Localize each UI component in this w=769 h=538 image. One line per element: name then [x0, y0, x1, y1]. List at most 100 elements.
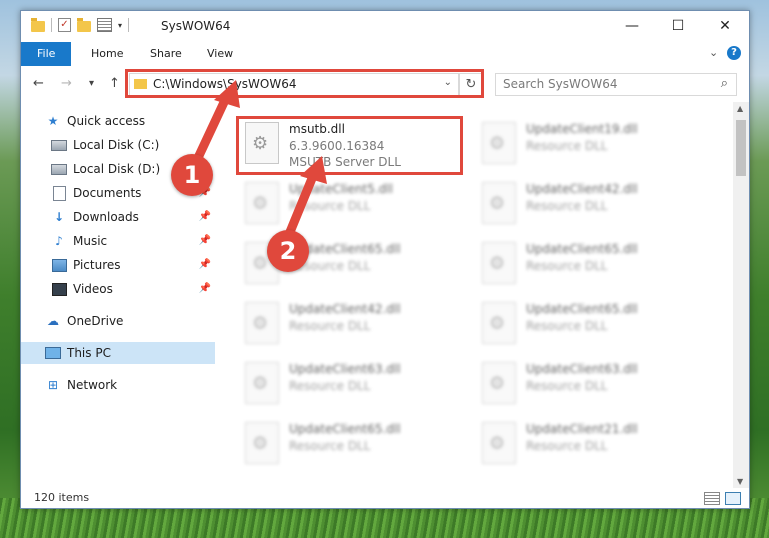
tab-file[interactable]: File	[21, 42, 72, 66]
search-placeholder: Search SysWOW64	[503, 77, 618, 91]
file-item[interactable]: UpdateClient5.dll Resource DLL	[241, 178, 466, 234]
window-title: SysWOW64	[161, 19, 231, 33]
sidebar-item-this-pc[interactable]: This PC	[21, 342, 215, 364]
forward-arrow-icon[interactable]: →	[61, 76, 72, 91]
file-name: UpdateClient5.dll	[289, 182, 393, 196]
sidebar-item-label: Local Disk (D:)	[73, 162, 161, 176]
toolbar-divider	[51, 18, 52, 32]
sidebar-item-label: Documents	[73, 186, 142, 200]
file-highlight-box	[236, 116, 463, 175]
quick-access-toolbar: ✓ ▾	[31, 17, 130, 32]
tab-home[interactable]: Home	[77, 42, 137, 66]
tiles-view-icon[interactable]	[725, 492, 741, 505]
music-icon: ♪	[55, 234, 63, 248]
dll-file-icon	[245, 362, 279, 404]
navigation-bar: ← → ▾ ↑ C:\Windows\SysWOW64 ⌄ ↻ Search S…	[21, 66, 749, 102]
view-properties-icon[interactable]	[97, 18, 112, 32]
file-item[interactable]: UpdateClient63.dll Resource DLL	[241, 358, 466, 414]
sidebar-item-label: This PC	[67, 346, 111, 360]
chevron-down-icon[interactable]: ⌄	[709, 46, 718, 59]
file-description: Resource DLL	[289, 439, 371, 453]
sidebar-item-downloads[interactable]: ↓ Downloads 📌	[51, 206, 215, 228]
folder-icon	[31, 17, 45, 32]
file-item[interactable]: UpdateClient65.dll Resource DLL	[241, 418, 466, 474]
sidebar-item-label: Music	[73, 234, 108, 248]
item-count: 120 items	[34, 491, 90, 504]
drive-icon	[51, 163, 67, 175]
videos-icon	[51, 282, 67, 296]
dll-file-icon	[482, 422, 516, 464]
step-2-badge: 2	[267, 230, 309, 272]
file-description: Resource DLL	[526, 199, 608, 213]
scroll-down-icon[interactable]: ▼	[737, 477, 743, 486]
file-description: Resource DLL	[289, 199, 371, 213]
file-description: Resource DLL	[526, 139, 608, 153]
dll-file-icon	[245, 182, 279, 224]
file-item[interactable]: UpdateClient65.dll Resource DLL	[478, 238, 703, 294]
dll-file-icon	[245, 302, 279, 344]
file-name: UpdateClient63.dll	[526, 362, 638, 376]
help-icon[interactable]: ?	[727, 46, 741, 60]
tab-view[interactable]: View	[193, 42, 247, 66]
file-item[interactable]: UpdateClient42.dll Resource DLL	[241, 298, 466, 354]
back-arrow-icon[interactable]: ←	[33, 76, 44, 91]
sidebar-item-videos[interactable]: Videos 📌	[51, 278, 215, 300]
sidebar-item-onedrive[interactable]: ☁ OneDrive	[45, 310, 239, 332]
scrollbar-thumb[interactable]	[736, 120, 746, 176]
documents-icon	[52, 185, 66, 201]
file-description: Resource DLL	[289, 379, 371, 393]
file-item[interactable]: UpdateClient65.dll Resource DLL	[478, 298, 703, 354]
file-description: Resource DLL	[526, 439, 608, 453]
file-name: UpdateClient19.dll	[526, 122, 638, 136]
new-folder-icon[interactable]	[77, 17, 91, 32]
sidebar-item-pictures[interactable]: Pictures 📌	[51, 254, 215, 276]
sidebar-item-quick-access[interactable]: ★ Quick access	[45, 110, 239, 132]
tab-share[interactable]: Share	[136, 42, 196, 66]
drive-icon	[51, 139, 67, 151]
file-item[interactable]: UpdateClient42.dll Resource DLL	[478, 178, 703, 234]
pin-icon[interactable]: 📌	[199, 235, 211, 246]
maximize-button[interactable]: ☐	[655, 11, 701, 42]
details-view-icon[interactable]	[704, 492, 720, 505]
recent-locations-icon[interactable]: ▾	[89, 78, 94, 89]
pin-icon[interactable]: 📌	[199, 259, 211, 270]
minimize-button[interactable]: —	[609, 11, 655, 42]
pin-icon[interactable]: 📌	[199, 211, 211, 222]
customize-toolbar-chevron-icon[interactable]: ▾	[118, 21, 122, 30]
pc-icon	[45, 347, 61, 359]
search-input[interactable]: Search SysWOW64 ⌕	[495, 73, 737, 96]
file-item[interactable]: UpdateClient19.dll Resource DLL	[478, 118, 703, 174]
pin-icon[interactable]: 📌	[199, 283, 211, 294]
network-icon: ⊞	[47, 378, 59, 392]
vertical-scrollbar[interactable]: ▲ ▼	[733, 102, 749, 488]
up-arrow-icon[interactable]: ↑	[109, 76, 120, 91]
dll-file-icon	[482, 182, 516, 224]
scroll-up-icon[interactable]: ▲	[737, 104, 743, 113]
sidebar-item-label: Quick access	[67, 114, 146, 128]
toolbar-divider	[128, 18, 130, 32]
pictures-icon	[51, 258, 67, 272]
close-button[interactable]: ✕	[702, 11, 748, 42]
file-name: UpdateClient65.dll	[526, 302, 638, 316]
step-1-badge: 1	[171, 154, 213, 196]
dll-file-icon	[482, 302, 516, 344]
dll-file-icon	[482, 362, 516, 404]
file-list: msutb.dll 6.3.9600.16384 MSUTB Server DL…	[216, 102, 733, 488]
dll-file-icon	[482, 242, 516, 284]
sidebar-item-label: Network	[67, 378, 118, 392]
sidebar-item-label: Videos	[73, 282, 113, 296]
file-name: UpdateClient42.dll	[289, 302, 401, 316]
properties-check-icon[interactable]: ✓	[58, 18, 71, 32]
sidebar-item-network[interactable]: ⊞ Network	[45, 374, 239, 396]
download-icon: ↓	[53, 210, 65, 224]
file-name: UpdateClient65.dll	[289, 422, 401, 436]
star-icon: ★	[47, 114, 59, 128]
file-explorer-window: ✓ ▾ SysWOW64 — ☐ ✕ File Home Share View …	[20, 10, 750, 509]
file-item[interactable]: UpdateClient21.dll Resource DLL	[478, 418, 703, 474]
sidebar-item-music[interactable]: ♪ Music 📌	[51, 230, 215, 252]
search-icon[interactable]: ⌕	[721, 76, 728, 91]
title-bar: ✓ ▾ SysWOW64 — ☐ ✕	[21, 11, 749, 42]
file-item[interactable]: UpdateClient63.dll Resource DLL	[478, 358, 703, 414]
status-bar: 120 items	[21, 488, 749, 508]
file-name: UpdateClient63.dll	[289, 362, 401, 376]
